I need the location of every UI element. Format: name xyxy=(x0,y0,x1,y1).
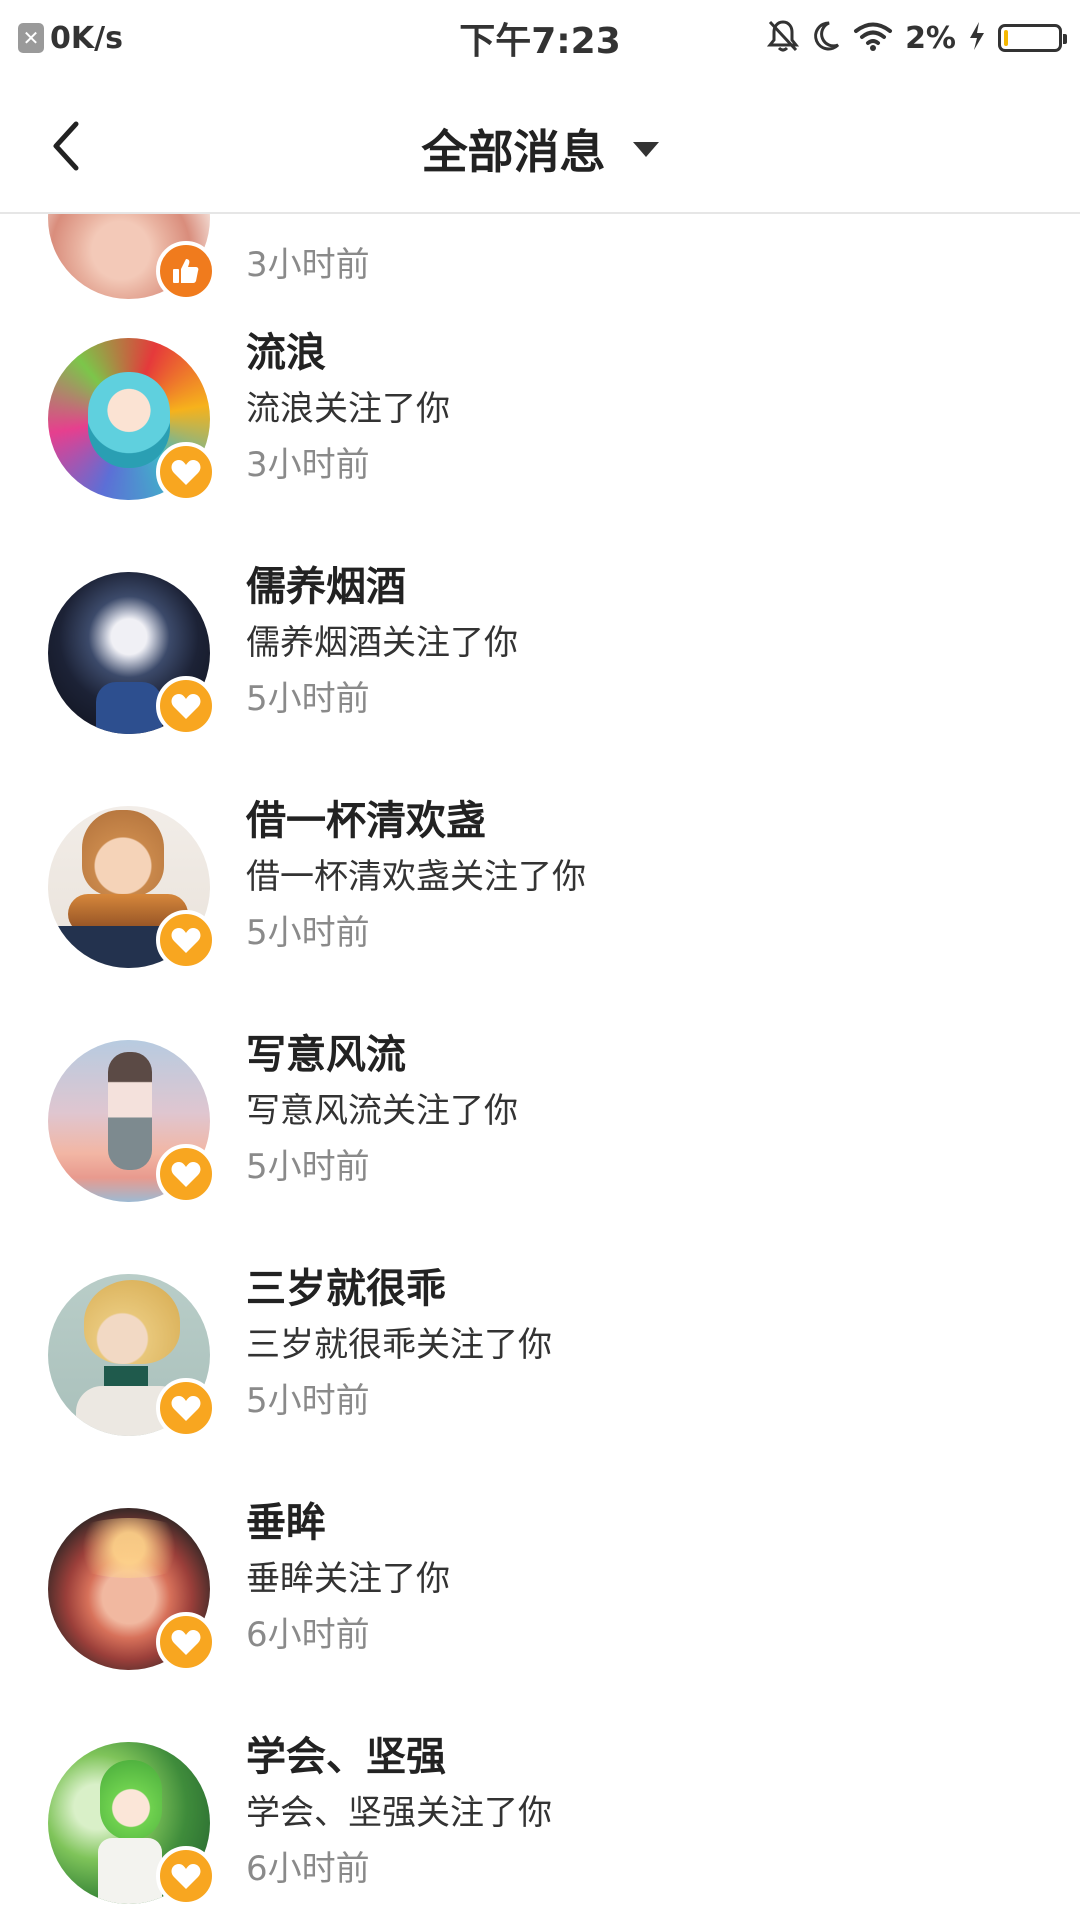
message-text: 流浪关注了你 xyxy=(246,389,450,429)
message-text: 借一杯清欢盏关注了你 xyxy=(246,857,586,897)
avatar-wrap xyxy=(48,1040,216,1204)
sender-name: 学会、坚强 xyxy=(246,1734,446,1780)
bell-off-icon xyxy=(766,19,800,57)
avatar-wrap xyxy=(48,1508,216,1672)
list-item[interactable]: 儒养烟酒 儒养烟酒关注了你 5小时前 xyxy=(0,564,1080,801)
heart-icon xyxy=(171,928,201,953)
wifi-icon xyxy=(853,21,893,55)
message-text-block: 三岁就很乖 三岁就很乖关注了你 5小时前 xyxy=(246,1261,552,1429)
message-text: 学会、坚强关注了你 xyxy=(246,1793,552,1833)
message-time: 6小时前 xyxy=(246,1615,370,1655)
follow-badge xyxy=(156,910,216,970)
avatar-wrap xyxy=(48,1742,216,1906)
message-text-block: 学会、坚强 学会、坚强关注了你 6小时前 xyxy=(246,1729,552,1897)
data-off-icon: ✕ xyxy=(18,23,44,53)
status-right: 2% xyxy=(752,19,1067,57)
heart-icon xyxy=(171,1630,201,1655)
heart-icon xyxy=(171,460,201,485)
follow-badge xyxy=(156,1144,216,1204)
follow-badge xyxy=(156,442,216,502)
list-item[interactable]: 借一杯清欢盏 借一杯清欢盏关注了你 5小时前 xyxy=(0,798,1080,1035)
status-bar: ✕ 0K/s 下午7:23 2% xyxy=(0,0,1080,76)
list-item[interactable]: 三岁就很乖 三岁就很乖关注了你 5小时前 xyxy=(0,1266,1080,1503)
avatar-wrap xyxy=(48,214,216,301)
message-text: 儒养烟酒关注了你 xyxy=(246,623,518,663)
sender-name: 儒养烟酒 xyxy=(246,564,406,610)
moon-icon xyxy=(811,20,841,56)
message-text-block: 写意风流 写意风流关注了你 5小时前 xyxy=(246,1027,518,1195)
heart-icon xyxy=(171,1864,201,1889)
battery-icon xyxy=(998,24,1067,52)
header: 全部消息 xyxy=(0,76,1080,214)
list-item[interactable]: 学会、坚强 学会、坚强关注了你 6小时前 xyxy=(0,1734,1080,1920)
message-text: 三岁就很乖关注了你 xyxy=(246,1325,552,1365)
screen: ✕ 0K/s 下午7:23 2% 全部消息 3小时前 流浪 流浪关注了你 3小时… xyxy=(0,0,1080,1920)
like-badge xyxy=(156,241,216,301)
message-text-block: 流浪 流浪关注了你 3小时前 xyxy=(246,325,450,493)
list-item[interactable]: 3小时前 xyxy=(0,214,1080,333)
network-speed: 0K/s xyxy=(50,20,123,56)
sender-name: 借一杯清欢盏 xyxy=(246,798,486,844)
list-item[interactable]: 写意风流 写意风流关注了你 5小时前 xyxy=(0,1032,1080,1269)
message-time: 5小时前 xyxy=(246,1147,370,1187)
caret-down-icon xyxy=(632,141,659,157)
status-left: ✕ 0K/s xyxy=(18,21,318,56)
thumbs-up-icon xyxy=(173,259,199,283)
follow-badge xyxy=(156,1378,216,1438)
avatar-wrap xyxy=(48,572,216,736)
list-item[interactable]: 垂眸 垂眸关注了你 6小时前 xyxy=(0,1500,1080,1737)
sender-name: 流浪 xyxy=(246,330,326,376)
message-time: 5小时前 xyxy=(246,679,370,719)
follow-badge xyxy=(156,676,216,736)
message-text-block: 儒养烟酒 儒养烟酒关注了你 5小时前 xyxy=(246,559,518,727)
avatar-wrap xyxy=(48,806,216,970)
message-text xyxy=(246,214,370,237)
charging-bolt-icon xyxy=(968,21,986,55)
avatar-wrap xyxy=(48,1274,216,1438)
battery-percent: 2% xyxy=(905,20,956,56)
list-item[interactable]: 流浪 流浪关注了你 3小时前 xyxy=(0,330,1080,567)
sender-name: 写意风流 xyxy=(246,1032,406,1078)
sender-name: 垂眸 xyxy=(246,1500,326,1546)
message-time: 3小时前 xyxy=(246,245,370,285)
battery-level-fill xyxy=(1004,30,1008,46)
message-filter-dropdown[interactable]: 全部消息 xyxy=(0,116,1080,182)
sender-name: 三岁就很乖 xyxy=(246,1266,446,1312)
message-text: 垂眸关注了你 xyxy=(246,1559,450,1599)
message-time: 5小时前 xyxy=(246,1381,370,1421)
heart-icon xyxy=(171,694,201,719)
message-time: 3小时前 xyxy=(246,445,370,485)
heart-icon xyxy=(171,1162,201,1187)
message-time: 6小时前 xyxy=(246,1849,370,1889)
heart-icon xyxy=(171,1396,201,1421)
message-text-block: 3小时前 xyxy=(246,214,370,293)
message-list[interactable]: 3小时前 流浪 流浪关注了你 3小时前 儒养烟酒 儒养烟酒关注了你 5小时前 借… xyxy=(0,214,1080,1920)
message-text-block: 借一杯清欢盏 借一杯清欢盏关注了你 5小时前 xyxy=(246,793,586,961)
message-text: 写意风流关注了你 xyxy=(246,1091,518,1131)
follow-badge xyxy=(156,1612,216,1672)
message-text-block: 垂眸 垂眸关注了你 6小时前 xyxy=(246,1495,450,1663)
follow-badge xyxy=(156,1846,216,1906)
avatar-wrap xyxy=(48,338,216,502)
message-time: 5小时前 xyxy=(246,913,370,953)
page-title: 全部消息 xyxy=(421,125,606,179)
